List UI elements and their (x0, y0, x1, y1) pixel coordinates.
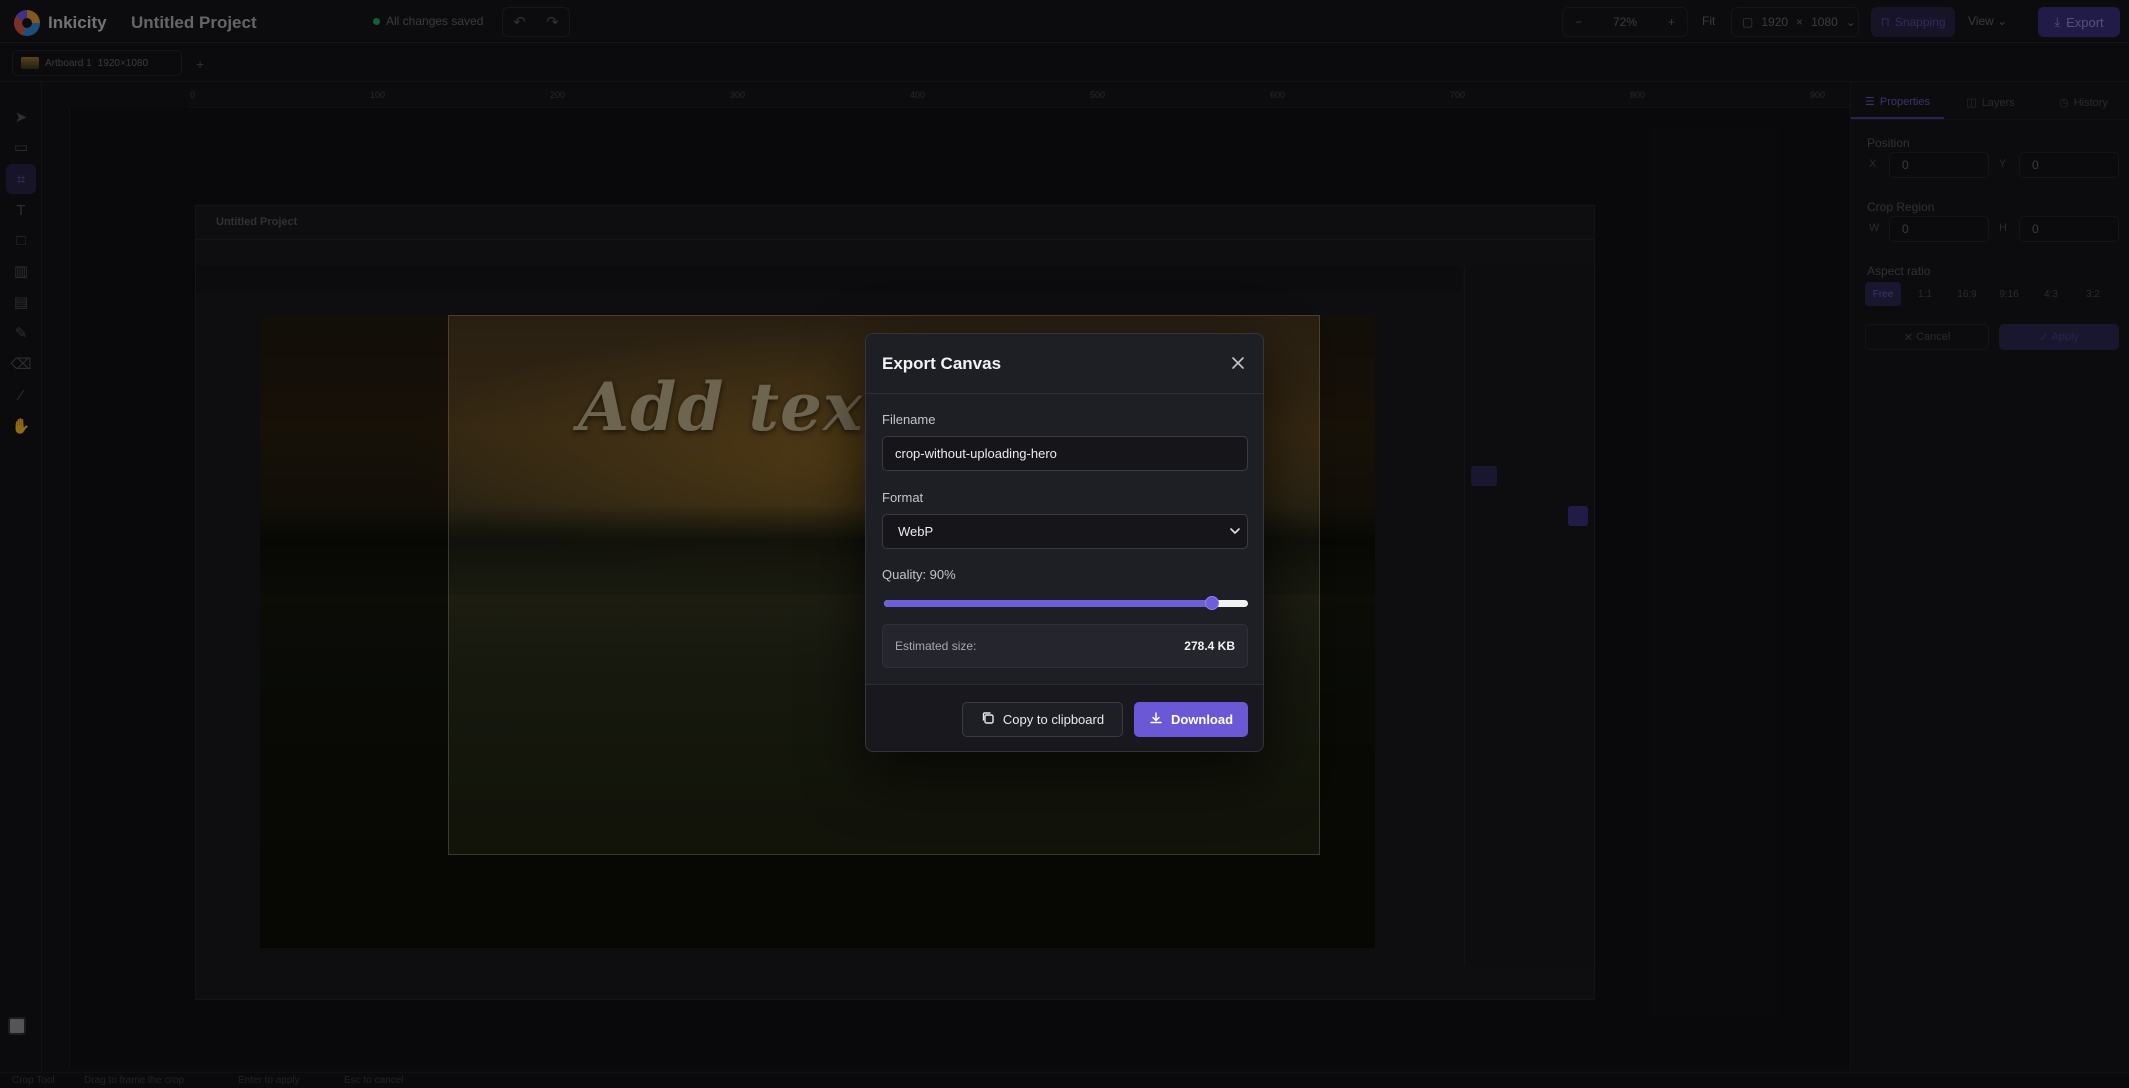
quality-slider[interactable] (884, 596, 1248, 610)
app-window: Inkicity Untitled Project All changes sa… (0, 0, 2129, 1088)
download-label: Download (1170, 712, 1234, 727)
estimated-size-value: 278.4 KB (1184, 639, 1235, 653)
slider-fill (884, 600, 1212, 607)
format-value: WebP (898, 524, 934, 539)
quality-label: Quality: 90% (882, 567, 956, 582)
download-icon (1149, 711, 1163, 728)
estimated-size-box: Estimated size: 278.4 KB (882, 624, 1248, 668)
filename-label: Filename (882, 412, 936, 427)
export-dialog: Export Canvas Filename Format WebP Quali… (865, 333, 1264, 752)
slider-thumb[interactable] (1205, 596, 1219, 610)
estimated-size-label: Estimated size: (895, 639, 977, 653)
close-icon[interactable] (1227, 352, 1249, 374)
dialog-header: Export Canvas (866, 334, 1263, 394)
copy-icon (981, 711, 995, 728)
format-label: Format (882, 490, 924, 505)
copy-to-clipboard-button[interactable]: Copy to clipboard (962, 702, 1123, 737)
filename-input[interactable] (882, 436, 1248, 471)
download-button[interactable]: Download (1134, 702, 1248, 737)
dialog-footer: Copy to clipboard Download (866, 684, 1263, 751)
chevron-down-icon (1229, 525, 1241, 540)
format-select[interactable]: WebP (882, 514, 1248, 549)
copy-label: Copy to clipboard (1002, 712, 1105, 727)
dialog-title: Export Canvas (882, 354, 1002, 373)
